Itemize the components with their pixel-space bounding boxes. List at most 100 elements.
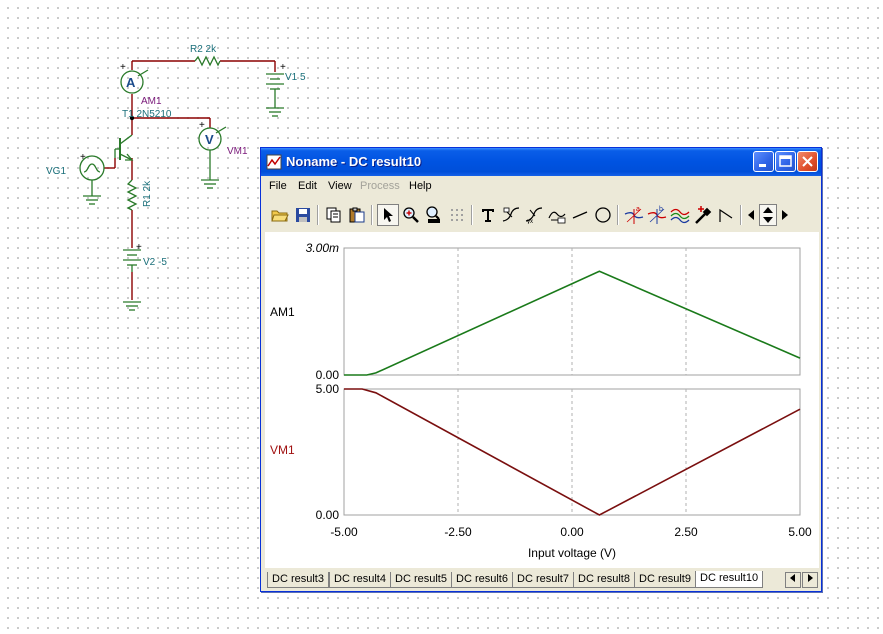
- curve-label-button[interactable]: [500, 204, 522, 226]
- close-icon: [802, 156, 813, 167]
- v1-plus: +: [280, 62, 286, 73]
- v2-plus: +: [136, 242, 142, 253]
- nav-left-button[interactable]: [744, 204, 758, 226]
- maximize-icon: [779, 155, 792, 167]
- r2-label: R2 2k: [190, 44, 217, 55]
- pointer-button[interactable]: [377, 204, 399, 226]
- slope-icon: [719, 208, 733, 222]
- v2-label: V2 -5: [143, 257, 167, 268]
- vg1-label: VG1: [46, 166, 66, 177]
- x-tick-labels: -5.00 -2.50 0.00 2.50 5.00: [330, 525, 812, 539]
- am1-label: AM1: [141, 96, 162, 107]
- curves-icon: [670, 208, 690, 224]
- x-tick-label-1: -2.50: [444, 525, 472, 539]
- svg-text:a: a: [636, 206, 640, 213]
- line-icon: [572, 211, 588, 219]
- window-title: Noname - DC result10: [286, 154, 422, 169]
- maximize-button[interactable]: [775, 151, 796, 172]
- toolbar: yx a b: [263, 200, 819, 230]
- zoom-100-button[interactable]: [423, 204, 445, 226]
- open-button[interactable]: [269, 204, 291, 226]
- line-button[interactable]: [569, 204, 591, 226]
- minimize-icon: [759, 164, 766, 167]
- grid-button[interactable]: [446, 204, 468, 226]
- x-tick-label-0: -5.00: [330, 525, 358, 539]
- x-tick-label-3: 2.50: [674, 525, 698, 539]
- r1-label: R1 2k: [142, 180, 153, 207]
- open-icon: [271, 210, 289, 222]
- save-icon: [296, 208, 310, 222]
- menu-edit[interactable]: Edit: [298, 180, 317, 192]
- circle-button[interactable]: [592, 204, 614, 226]
- am1-ytick-bottom: 0.00: [316, 368, 340, 382]
- tab-dc-result7[interactable]: DC result7: [512, 572, 574, 588]
- copy-button[interactable]: [323, 204, 345, 226]
- ammeter-plus: +: [120, 62, 126, 73]
- vm1-ytick-bottom: 0.00: [316, 508, 340, 522]
- curve-label3-button[interactable]: [546, 204, 568, 226]
- tab-dc-result6[interactable]: DC result6: [451, 572, 513, 588]
- nav-updown-icon: [763, 207, 773, 223]
- tab-dc-result3[interactable]: DC result3: [267, 572, 329, 588]
- cursor-a-button[interactable]: a: [623, 204, 645, 226]
- vm1-label: VM1: [227, 146, 248, 157]
- tab-scroll-right-button[interactable]: [802, 572, 818, 588]
- svg-text:yx: yx: [527, 219, 533, 224]
- menu-process[interactable]: Process: [360, 180, 400, 192]
- v1-label: V1 5: [285, 72, 306, 83]
- vm1-ylabel: VM1: [270, 443, 295, 457]
- app-icon: [266, 154, 282, 170]
- zoom-in-icon: [403, 207, 419, 223]
- curve-label2-icon: yx: [525, 207, 543, 224]
- cursor-a-icon: a: [624, 206, 644, 224]
- x-axis-label: Input voltage (V): [528, 546, 616, 560]
- transistor-label: T1 2N5210: [122, 109, 172, 120]
- circle-icon: [595, 207, 611, 223]
- nav-left-icon: [748, 210, 754, 220]
- ammeter-symbol: A: [126, 75, 136, 90]
- zoom-in-button[interactable]: [400, 204, 422, 226]
- close-button[interactable]: [797, 151, 818, 172]
- curve-label2-button[interactable]: yx: [523, 204, 545, 226]
- title-bar[interactable]: Noname - DC result10: [261, 148, 821, 176]
- pointer-icon: [384, 208, 393, 222]
- save-button[interactable]: [292, 204, 314, 226]
- menu-bar: File Edit View Process Help: [263, 177, 819, 196]
- am1-ylabel: AM1: [270, 305, 295, 319]
- copy-icon: [326, 207, 341, 223]
- nav-updown-button[interactable]: [759, 204, 777, 226]
- cursor-b-button[interactable]: b: [646, 204, 668, 226]
- x-tick-label-4: 5.00: [788, 525, 812, 539]
- voltmeter-plus: +: [199, 120, 205, 131]
- voltmeter-symbol: V: [205, 132, 214, 147]
- text-button[interactable]: [477, 204, 499, 226]
- menu-help[interactable]: Help: [409, 180, 432, 192]
- plot-area: 3.00m 0.00 AM1 5.00 0.00 VM1 -5.00 -2.50 0…: [265, 232, 819, 568]
- paste-button[interactable]: [346, 204, 368, 226]
- tab-dc-result8[interactable]: DC result8: [573, 572, 635, 588]
- vm1-ytick-top: 5.00: [316, 382, 340, 396]
- result-tabs: DC result3 DC result4 DC result5 DC resu…: [265, 570, 818, 590]
- minimize-button[interactable]: [753, 151, 774, 172]
- tab-scroll-left-icon: [790, 574, 795, 582]
- marker-button[interactable]: [692, 204, 714, 226]
- tab-dc-result5[interactable]: DC result5: [390, 572, 452, 588]
- grid-icon: [451, 209, 463, 221]
- zoom-100-icon: [426, 206, 440, 223]
- text-icon: [482, 209, 494, 222]
- tab-dc-result4[interactable]: DC result4: [329, 572, 391, 588]
- nav-right-button[interactable]: [778, 204, 792, 226]
- dc-result-window: Noname - DC result10 File Edit View Proc…: [260, 147, 822, 592]
- menu-file[interactable]: File: [269, 180, 287, 192]
- tab-dc-result9[interactable]: DC result9: [634, 572, 696, 588]
- menu-view[interactable]: View: [328, 180, 352, 192]
- tab-dc-result10[interactable]: DC result10: [695, 571, 764, 588]
- schematic-components: [79, 55, 284, 311]
- am1-ytick-top: 3.00m: [306, 241, 339, 255]
- slope-button[interactable]: [715, 204, 737, 226]
- paste-icon: [349, 207, 365, 223]
- tab-scroll-left-button[interactable]: [785, 572, 801, 588]
- cursor-b-icon: b: [647, 206, 667, 224]
- curves-button[interactable]: [669, 204, 691, 226]
- tab-scroll-right-icon: [808, 574, 813, 582]
